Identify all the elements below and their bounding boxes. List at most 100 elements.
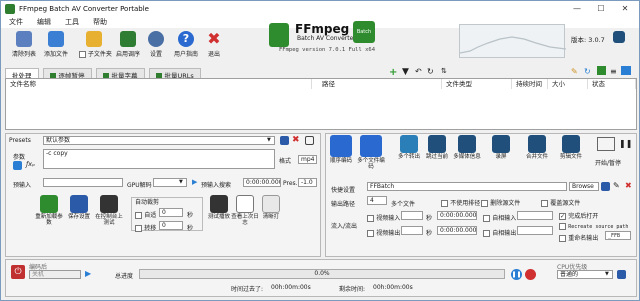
exit-button[interactable]: ✖ 退出: [199, 31, 229, 65]
multi-file-encode-button[interactable]: 多个文件编码: [357, 135, 385, 170]
rename-suffix-input[interactable]: _FFB: [605, 231, 631, 240]
user-guide-button[interactable]: ? 用户指南: [171, 31, 201, 65]
save-settings-button[interactable]: 保存设置: [65, 195, 93, 220]
multi-count-input[interactable]: 4: [367, 196, 387, 205]
grid-view-icon[interactable]: [621, 66, 631, 75]
adaptive-input[interactable]: 0: [159, 208, 183, 217]
after-encode-select[interactable]: 关机: [29, 270, 81, 279]
stop-progress-icon[interactable]: [525, 269, 536, 280]
sequential-encode-button[interactable]: 顺序编码: [327, 135, 355, 164]
filter-icon[interactable]: ▼: [402, 67, 409, 77]
edit-preset-icon[interactable]: [305, 136, 314, 145]
power-icon[interactable]: ⏻: [11, 265, 25, 279]
clear-list-button[interactable]: 清除列表: [9, 31, 39, 65]
transfer-input[interactable]: 0: [159, 221, 183, 230]
video-in-time[interactable]: 0:00:00.000: [437, 211, 477, 220]
skip-current-button[interactable]: 跳过当前: [423, 135, 451, 160]
refresh-list-icon[interactable]: ↻: [584, 67, 591, 76]
tab-batch[interactable]: 批处理: [5, 68, 39, 80]
view-log-button[interactable]: 查看上次日志: [231, 195, 259, 226]
transfer-checkbox[interactable]: [135, 224, 142, 232]
undo-icon[interactable]: ↶: [415, 67, 422, 76]
params-input[interactable]: -c copy: [43, 149, 275, 169]
save-preset-icon[interactable]: [280, 136, 289, 145]
menu-tools[interactable]: 工具: [65, 17, 79, 27]
col-size[interactable]: 大小: [548, 79, 588, 89]
video-out-sec-input[interactable]: [401, 226, 423, 235]
gpu-dropdown-icon[interactable]: ▼: [179, 179, 183, 185]
subfolder-checkbox[interactable]: [79, 51, 86, 58]
subfolder-button[interactable]: 子文件夹: [79, 31, 112, 65]
presets-dropdown-icon[interactable]: ▼: [267, 137, 271, 143]
priority-save-icon[interactable]: [617, 270, 626, 279]
multi-output-button[interactable]: 多个转出: [395, 135, 423, 160]
rename-output-checkbox[interactable]: [559, 234, 566, 242]
pause-progress-icon[interactable]: ❚❚: [511, 269, 522, 280]
overwrite-checkbox[interactable]: [541, 199, 548, 207]
add-icon[interactable]: +: [389, 67, 397, 78]
preinput-time[interactable]: 0:00:00.000: [243, 178, 281, 187]
edit-path-icon[interactable]: ✎: [613, 181, 620, 190]
video-in-checkbox[interactable]: [367, 214, 374, 222]
delete-preset-icon[interactable]: ✖: [292, 135, 300, 145]
col-filetype[interactable]: 文件类型: [442, 79, 512, 89]
col-filename[interactable]: 文件名称: [6, 79, 312, 89]
bracket-icon[interactable]: [597, 137, 615, 151]
add-files-button[interactable]: 添加文件: [41, 31, 71, 65]
open-after-checkbox[interactable]: ✓: [559, 212, 566, 220]
browse-button[interactable]: Browse: [569, 182, 599, 191]
video-out-time[interactable]: 0:00:00.000: [437, 226, 477, 235]
reorder-button[interactable]: 启用调序: [113, 31, 143, 65]
sort-icon[interactable]: ⇅: [441, 67, 447, 75]
info-icon[interactable]: [613, 31, 625, 43]
clear-log-button[interactable]: 清晰打: [257, 195, 285, 220]
preinput-input[interactable]: [43, 178, 123, 187]
file-list[interactable]: 文件名称 路径 文件类型 持续时间 大小 状态: [5, 78, 637, 130]
menu-file[interactable]: 文件: [9, 17, 23, 27]
media-info-button[interactable]: 多媒体信息: [453, 135, 481, 160]
presets-select[interactable]: 默认参数: [43, 136, 275, 145]
folder-open-icon[interactable]: [601, 182, 610, 191]
col-status[interactable]: 状态: [588, 79, 636, 89]
video-in-sec-input[interactable]: [401, 211, 423, 220]
test-play-button[interactable]: 测试播放: [205, 195, 233, 220]
col-duration[interactable]: 持续时间: [512, 79, 548, 89]
refresh-icon[interactable]: ↻: [427, 67, 434, 76]
auto-out-input[interactable]: [517, 226, 553, 235]
maximize-button[interactable]: ☐: [589, 1, 613, 16]
fx-icon[interactable]: ƒxₚ: [26, 160, 35, 168]
pres-input[interactable]: -1.0: [298, 178, 317, 187]
format-input[interactable]: mp4: [298, 155, 317, 164]
pause-icon[interactable]: ❚❚: [619, 139, 632, 148]
settings-button[interactable]: 设置: [141, 31, 171, 65]
col-path[interactable]: 路径: [318, 79, 442, 89]
test-console-button[interactable]: 在控制台上测试: [95, 195, 123, 226]
screen-record-button[interactable]: 录屏: [487, 135, 515, 160]
after-encode-go-icon[interactable]: ▶: [85, 269, 91, 278]
menu-edit[interactable]: 编辑: [37, 17, 51, 27]
clip-files-button[interactable]: 剪辑文件: [557, 135, 585, 160]
play-icon[interactable]: ▶: [192, 178, 197, 186]
tab-urls[interactable]: 批量URLs: [148, 68, 201, 80]
minimize-button[interactable]: —: [565, 1, 589, 16]
auto-out-checkbox[interactable]: [483, 229, 490, 237]
merge-files-button[interactable]: 合并文件: [523, 135, 551, 160]
menu-help[interactable]: 帮助: [93, 17, 107, 27]
video-out-checkbox[interactable]: [367, 229, 374, 237]
grid-icon[interactable]: [597, 66, 606, 75]
output-path-input[interactable]: FFBatch: [367, 182, 567, 191]
clear-path-icon[interactable]: ✖: [625, 181, 632, 190]
params-help-icon[interactable]: [13, 161, 22, 170]
reload-params-button[interactable]: 重新加载参数: [35, 195, 63, 226]
auto-in-input[interactable]: [517, 211, 553, 220]
clean-icon[interactable]: ✎: [571, 67, 578, 76]
tab-subtitles[interactable]: 批量字幕: [95, 68, 145, 80]
priority-dropdown-icon[interactable]: ▼: [605, 271, 609, 277]
list-icon[interactable]: ≡: [610, 67, 617, 76]
adaptive-checkbox[interactable]: [135, 211, 142, 219]
delete-source-checkbox[interactable]: [481, 199, 488, 207]
close-button[interactable]: ✕: [613, 1, 637, 16]
keep-dir-checkbox[interactable]: [441, 199, 448, 207]
tab-frame-pause[interactable]: 逐帧暂停: [42, 68, 92, 80]
auto-in-checkbox[interactable]: [483, 214, 490, 222]
